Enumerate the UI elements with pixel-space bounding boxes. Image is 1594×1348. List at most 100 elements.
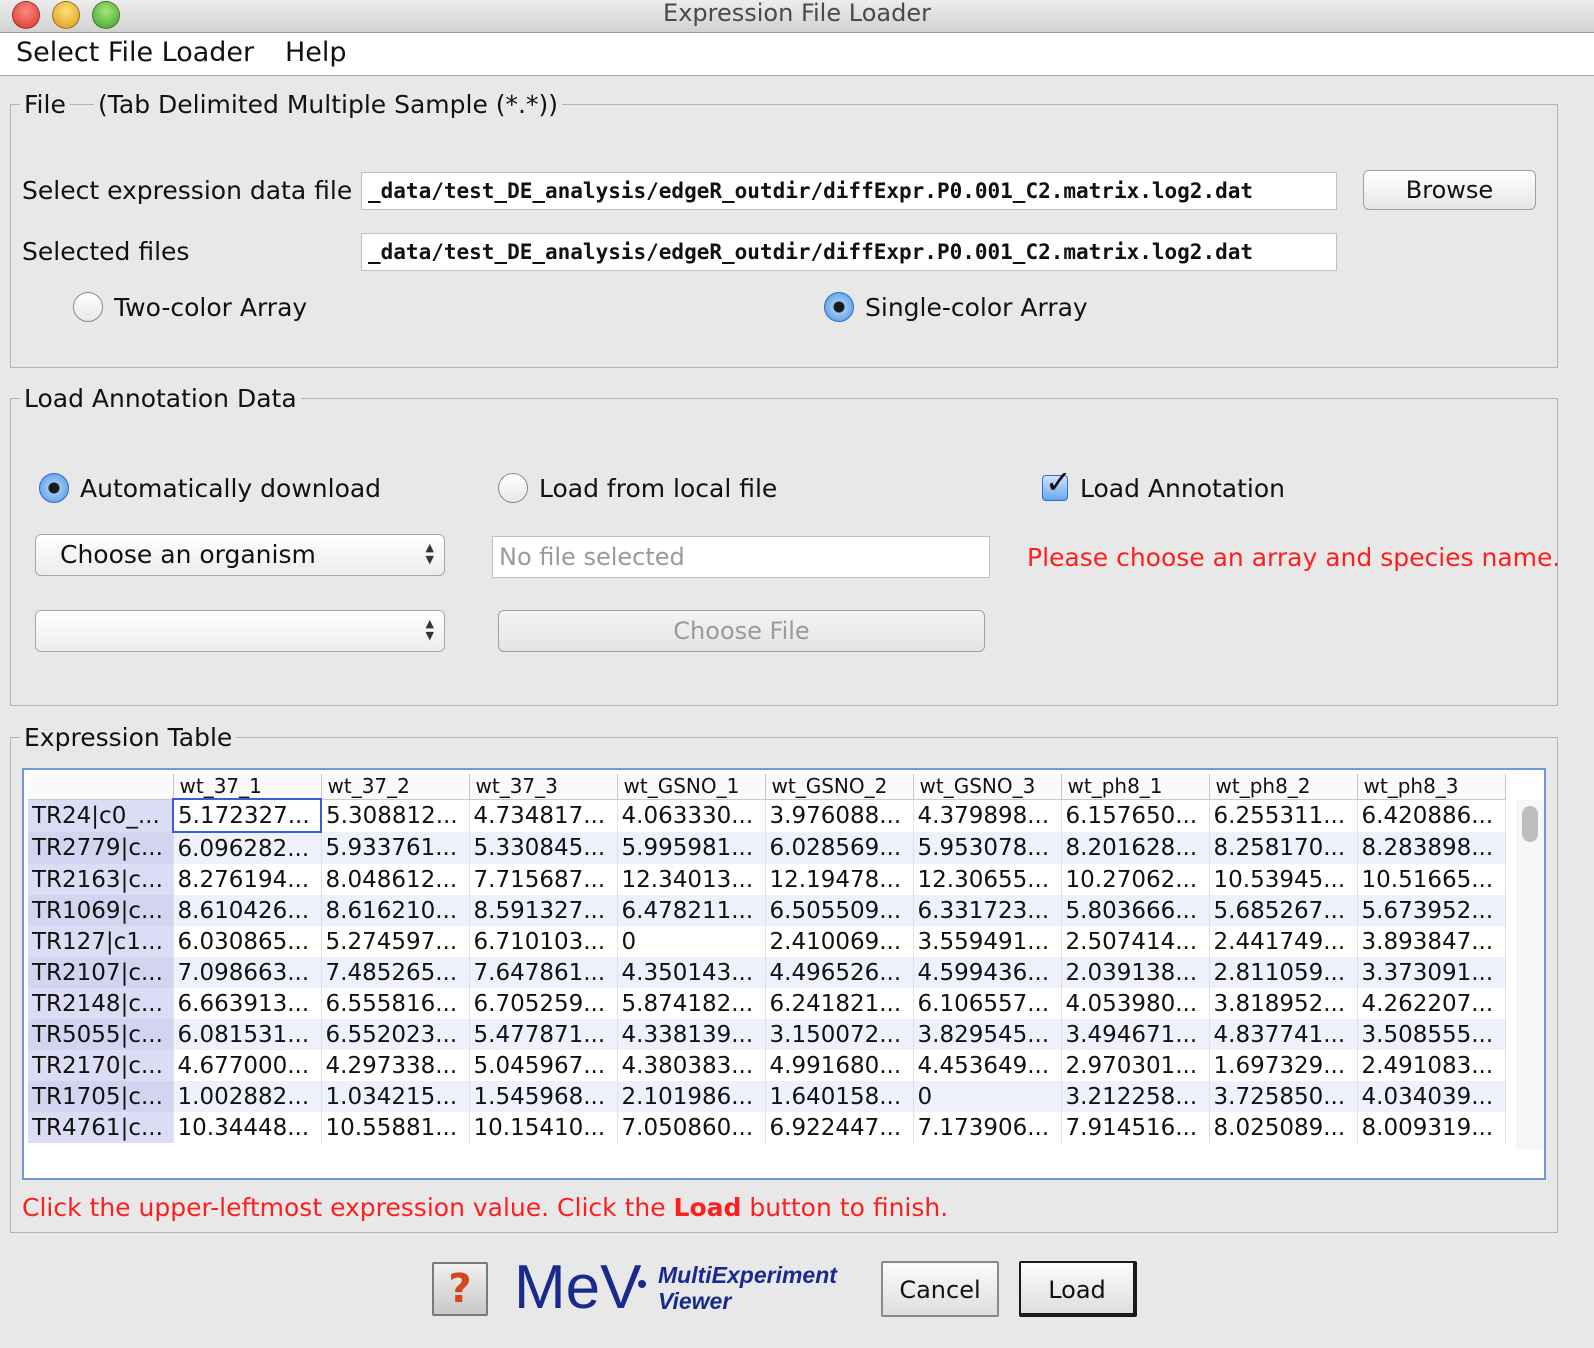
column-header[interactable]: wt_GSNO_3 bbox=[913, 774, 1062, 800]
annotation-file-field[interactable]: No file selected bbox=[492, 536, 990, 578]
expression-value-cell[interactable]: 6.710103... bbox=[469, 926, 618, 957]
expression-value-cell[interactable]: 6.157650... bbox=[1061, 799, 1210, 832]
expression-value-cell[interactable]: 5.933761... bbox=[321, 832, 470, 864]
expression-value-cell[interactable]: 3.494671... bbox=[1061, 1019, 1210, 1050]
expression-value-cell[interactable]: 5.803666... bbox=[1061, 895, 1210, 926]
expression-value-cell[interactable]: 6.096282... bbox=[173, 832, 322, 864]
expression-value-cell[interactable]: 3.893847... bbox=[1357, 926, 1506, 957]
row-header-cell[interactable]: TR4761|c... bbox=[28, 1112, 174, 1143]
expression-value-cell[interactable]: 6.478211... bbox=[617, 895, 766, 926]
expression-value-cell[interactable]: 4.297338... bbox=[321, 1050, 470, 1081]
expression-value-cell[interactable]: 6.255311... bbox=[1209, 799, 1358, 832]
table-row[interactable]: TR2107|c... 7.098663... 7.485265... 7.64786… bbox=[28, 957, 1506, 988]
expression-value-cell[interactable]: 10.27062... bbox=[1061, 864, 1210, 895]
expression-value-cell[interactable]: 12.34013... bbox=[617, 864, 766, 895]
browse-button[interactable]: Browse bbox=[1363, 170, 1536, 210]
expression-value-cell[interactable]: 4.338139... bbox=[617, 1019, 766, 1050]
column-header[interactable]: wt_37_1 bbox=[173, 774, 322, 800]
table-scrollbar-thumb[interactable] bbox=[1522, 806, 1538, 842]
expression-value-cell[interactable]: 4.350143... bbox=[617, 957, 766, 988]
expression-value-cell[interactable]: 7.647861... bbox=[469, 957, 618, 988]
selected-files-field[interactable]: _data/test_DE_analysis/edgeR_outdir/diff… bbox=[361, 233, 1337, 271]
column-header[interactable]: wt_ph8_1 bbox=[1061, 774, 1210, 800]
expression-value-cell[interactable]: 10.55881... bbox=[321, 1112, 470, 1143]
expression-value-cell[interactable]: 4.599436... bbox=[913, 957, 1062, 988]
expression-value-cell[interactable]: 12.19478... bbox=[765, 864, 914, 895]
table-row[interactable]: TR4761|c... 10.34448... 10.55881... 10.1541… bbox=[28, 1112, 1506, 1143]
cancel-button[interactable]: Cancel bbox=[881, 1261, 999, 1317]
expression-value-cell[interactable]: 2.507414... bbox=[1061, 926, 1210, 957]
expression-value-cell[interactable]: 2.441749... bbox=[1209, 926, 1358, 957]
expression-value-cell[interactable]: 5.274597... bbox=[321, 926, 470, 957]
expression-value-cell[interactable]: 8.276194... bbox=[173, 864, 322, 895]
expression-value-cell[interactable]: 4.837741... bbox=[1209, 1019, 1358, 1050]
expression-value-cell[interactable]: 7.715687... bbox=[469, 864, 618, 895]
expression-value-cell[interactable]: 10.15410... bbox=[469, 1112, 618, 1143]
expression-value-cell[interactable]: 1.640158... bbox=[765, 1081, 914, 1112]
expression-value-cell[interactable]: 1.545968... bbox=[469, 1081, 618, 1112]
expression-value-cell[interactable]: 6.705259... bbox=[469, 988, 618, 1019]
table-row[interactable]: TR2779|c... 6.096282... 5.933761... 5.33084… bbox=[28, 832, 1506, 864]
table-row[interactable]: TR127|c1... 6.030865... 5.274597... 6.71010… bbox=[28, 926, 1506, 957]
expression-value-cell[interactable]: 6.505509... bbox=[765, 895, 914, 926]
expression-value-cell[interactable]: 4.677000... bbox=[173, 1050, 322, 1081]
expression-value-cell[interactable]: 3.829545... bbox=[913, 1019, 1062, 1050]
expression-value-cell[interactable]: 1.034215... bbox=[321, 1081, 470, 1112]
expression-value-cell[interactable]: 5.685267... bbox=[1209, 895, 1358, 926]
column-header[interactable]: wt_GSNO_1 bbox=[617, 774, 766, 800]
expression-value-cell[interactable]: 4.991680... bbox=[765, 1050, 914, 1081]
table-row[interactable]: TR24|c0_... 5.172327... 5.308812... 4.73481… bbox=[28, 798, 1506, 833]
table-row[interactable]: TR5055|c... 6.081531... 6.552023... 5.47787… bbox=[28, 1019, 1506, 1050]
expression-value-cell[interactable]: 6.081531... bbox=[173, 1019, 322, 1050]
expression-value-cell[interactable]: 6.241821... bbox=[765, 988, 914, 1019]
expression-value-cell[interactable]: 4.734817... bbox=[469, 799, 618, 832]
column-header[interactable] bbox=[28, 774, 174, 800]
row-header-cell[interactable]: TR2779|c... bbox=[28, 832, 174, 864]
expression-value-cell[interactable]: 5.995981... bbox=[617, 832, 766, 864]
expression-value-cell[interactable]: 7.098663... bbox=[173, 957, 322, 988]
array-select[interactable]: ▲ ▼ bbox=[35, 610, 445, 652]
table-row[interactable]: TR2170|c... 4.677000... 4.297338... 5.04596… bbox=[28, 1050, 1506, 1081]
column-header[interactable]: wt_ph8_2 bbox=[1209, 774, 1358, 800]
expression-value-cell[interactable]: 4.034039... bbox=[1357, 1081, 1506, 1112]
expression-value-cell[interactable]: 8.610426... bbox=[173, 895, 322, 926]
auto-download-radio[interactable] bbox=[39, 473, 69, 503]
expression-value-cell[interactable]: 0 bbox=[913, 1081, 1062, 1112]
expression-value-cell[interactable]: 8.009319... bbox=[1357, 1112, 1506, 1143]
menu-help[interactable]: Help bbox=[285, 37, 347, 68]
expression-value-cell[interactable]: 6.030865... bbox=[173, 926, 322, 957]
expression-value-cell[interactable]: 4.453649... bbox=[913, 1050, 1062, 1081]
row-header-cell[interactable]: TR1705|c... bbox=[28, 1081, 174, 1112]
single-color-radio[interactable] bbox=[824, 292, 854, 322]
expression-value-cell[interactable]: 7.485265... bbox=[321, 957, 470, 988]
table-scrollbar[interactable] bbox=[1516, 800, 1544, 1150]
expression-value-cell[interactable]: 3.373091... bbox=[1357, 957, 1506, 988]
expression-value-cell[interactable]: 5.308812... bbox=[321, 799, 470, 832]
row-header-cell[interactable]: TR24|c0_... bbox=[28, 799, 174, 832]
expression-value-cell[interactable]: 8.283898... bbox=[1357, 832, 1506, 864]
expression-value-cell[interactable]: 8.025089... bbox=[1209, 1112, 1358, 1143]
expression-value-cell[interactable]: 2.101986... bbox=[617, 1081, 766, 1112]
expression-value-cell[interactable]: 6.552023... bbox=[321, 1019, 470, 1050]
expression-value-cell[interactable]: 2.491083... bbox=[1357, 1050, 1506, 1081]
expression-value-cell[interactable]: 4.380383... bbox=[617, 1050, 766, 1081]
expression-value-cell[interactable]: 8.201628... bbox=[1061, 832, 1210, 864]
expression-value-cell[interactable]: 5.330845... bbox=[469, 832, 618, 864]
expression-value-cell[interactable]: 10.51665... bbox=[1357, 864, 1506, 895]
menu-select-file-loader[interactable]: Select File Loader bbox=[16, 37, 254, 68]
expression-value-cell[interactable]: 8.048612... bbox=[321, 864, 470, 895]
row-header-cell[interactable]: TR2170|c... bbox=[28, 1050, 174, 1081]
row-header-cell[interactable]: TR127|c1... bbox=[28, 926, 174, 957]
expression-value-cell[interactable]: 1.697329... bbox=[1209, 1050, 1358, 1081]
expression-value-cell[interactable]: 3.150072... bbox=[765, 1019, 914, 1050]
expression-value-cell[interactable]: 8.616210... bbox=[321, 895, 470, 926]
row-header-cell[interactable]: TR1069|c... bbox=[28, 895, 174, 926]
expression-value-cell[interactable]: 0 bbox=[617, 926, 766, 957]
expression-value-cell[interactable]: 3.976088... bbox=[765, 799, 914, 832]
row-header-cell[interactable]: TR2107|c... bbox=[28, 957, 174, 988]
expression-value-cell[interactable]: 7.914516... bbox=[1061, 1112, 1210, 1143]
expression-value-cell[interactable]: 12.30655... bbox=[913, 864, 1062, 895]
table-row[interactable]: TR1069|c... 8.610426... 8.616210... 8.59132… bbox=[28, 895, 1506, 926]
expression-value-cell[interactable]: 6.028569... bbox=[765, 832, 914, 864]
expression-value-cell[interactable]: 7.050860... bbox=[617, 1112, 766, 1143]
